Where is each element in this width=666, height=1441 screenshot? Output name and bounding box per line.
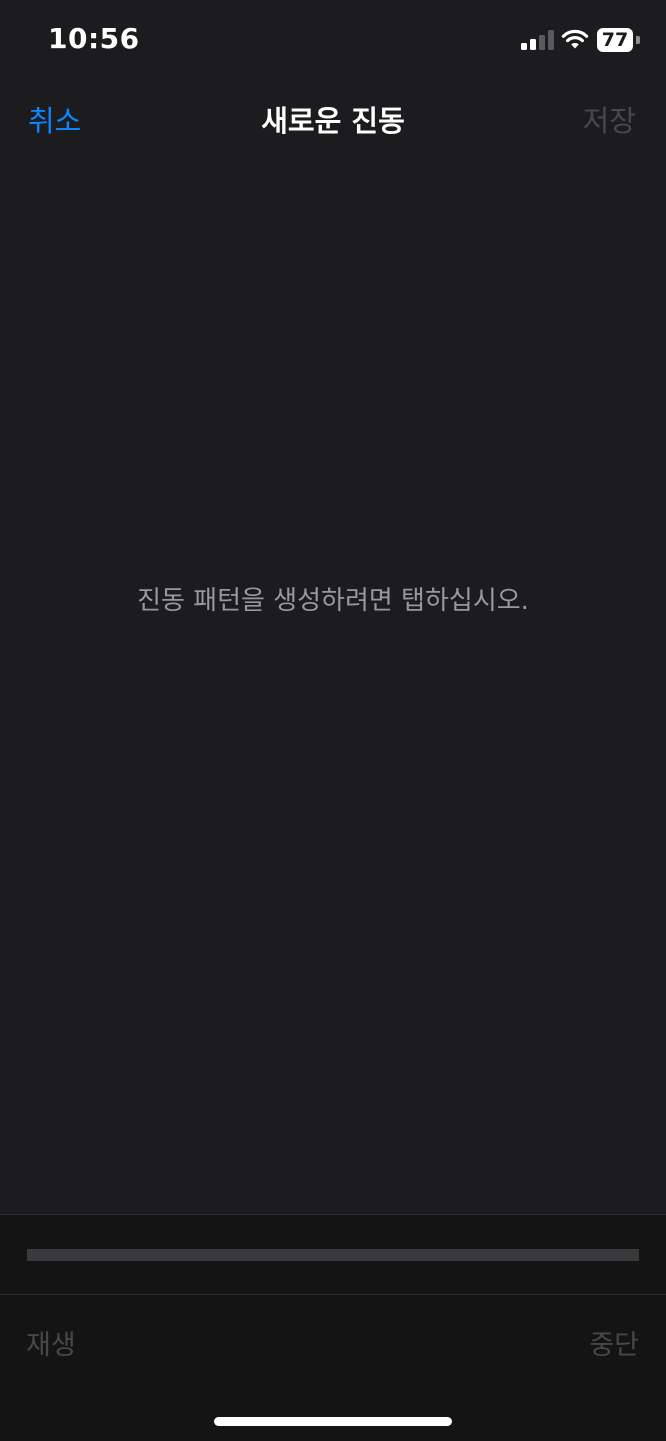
wifi-icon xyxy=(561,29,589,49)
play-button[interactable]: 재생 xyxy=(26,1323,76,1362)
navigation-bar: 취소 새로운 진동 저장 xyxy=(0,80,666,156)
battery-tip xyxy=(636,36,640,44)
battery-icon: 77 xyxy=(597,28,641,52)
battery-level: 77 xyxy=(597,28,633,52)
cellular-signal-icon xyxy=(521,30,554,50)
stop-button[interactable]: 중단 xyxy=(589,1323,639,1362)
divider xyxy=(0,1294,666,1295)
pattern-progress-bar xyxy=(27,1249,639,1261)
home-indicator[interactable] xyxy=(214,1417,452,1426)
page-title: 새로운 진동 xyxy=(261,104,405,138)
status-time: 10:56 xyxy=(48,22,140,55)
tap-instruction-text: 진동 패턴을 생성하려면 탭하십시오. xyxy=(137,586,529,616)
save-button[interactable]: 저장 xyxy=(583,98,636,140)
status-bar: 10:56 77 xyxy=(0,0,666,80)
vibration-tap-area[interactable]: 진동 패턴을 생성하려면 탭하십시오. xyxy=(0,156,666,1214)
playback-panel: 재생 중단 xyxy=(0,1214,666,1441)
